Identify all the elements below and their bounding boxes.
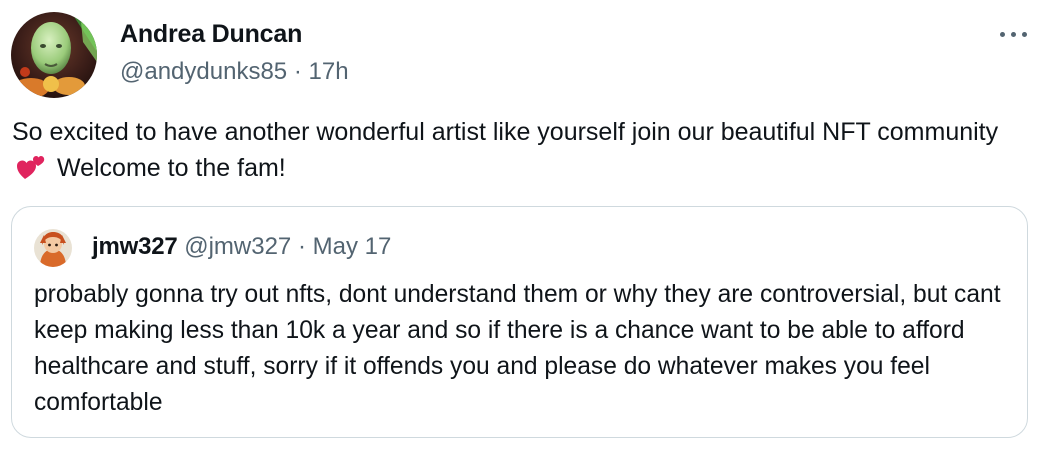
tweet-text: So excited to have another wonderful art… (12, 114, 1022, 186)
tweet-timestamp[interactable]: 17h (309, 58, 349, 85)
author-avatar[interactable] (11, 12, 97, 98)
quoted-author-avatar[interactable] (34, 229, 72, 267)
quoted-tweet-text: probably gonna try out nfts, dont unders… (34, 281, 1001, 416)
quoted-tweet-card[interactable]: jmw327 @jmw327 · May 17 probably gonna t… (11, 206, 1028, 438)
author-display-name[interactable]: Andrea Duncan (120, 20, 302, 49)
author-meta: @andydunks85 · 17h (120, 58, 349, 86)
quoted-meta-separator: · (297, 233, 306, 260)
more-options-button[interactable] (996, 20, 1032, 48)
meta-separator: · (293, 58, 302, 85)
avatar-image (34, 229, 72, 267)
avatar-image (11, 12, 97, 98)
quoted-tweet-header: jmw327 @jmw327 · May 17 (92, 233, 391, 261)
author-handle[interactable]: @andydunks85 (120, 58, 287, 85)
two-hearts-emoji (16, 152, 46, 182)
quoted-author-handle[interactable]: @jmw327 (184, 233, 291, 260)
tweet: Andrea Duncan @andydunks85 · 17h So exci… (0, 0, 1056, 460)
quoted-author-display-name[interactable]: jmw327 (92, 233, 178, 260)
tweet-text-part-2: Welcome to the fam! (56, 154, 286, 182)
quoted-tweet-date[interactable]: May 17 (313, 233, 392, 260)
tweet-text-part-1: So excited to have another wonderful art… (12, 118, 999, 146)
